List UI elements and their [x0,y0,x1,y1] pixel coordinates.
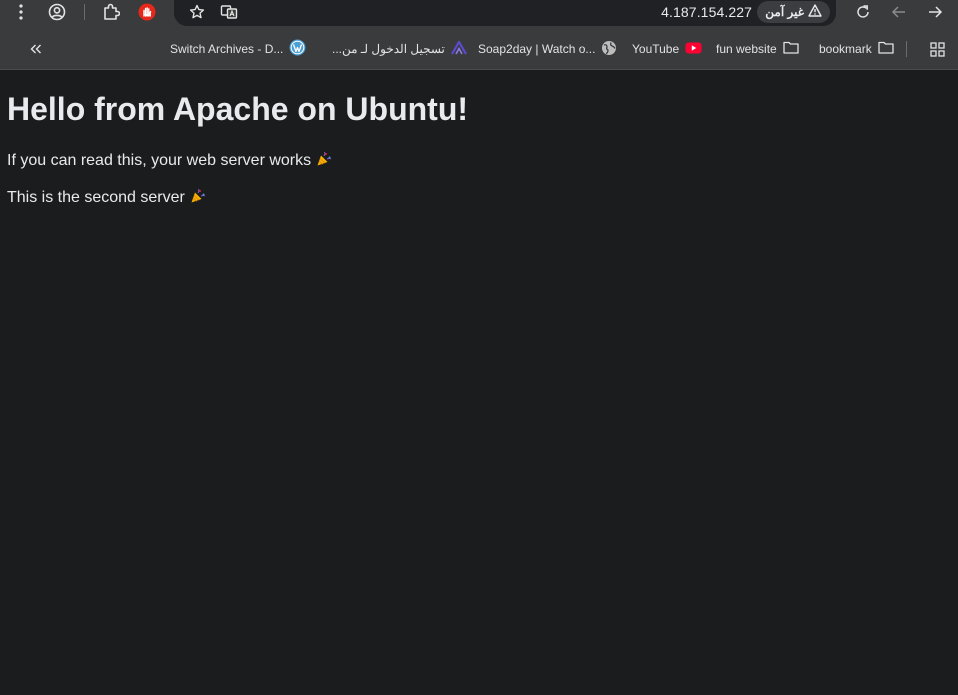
bookmark-login-site[interactable]: تسجيل الدخول لـ من... [332,39,467,59]
page-paragraph-2: This is the second server [7,188,206,210]
folder-icon [783,41,799,57]
bookmark-label: Switch Archives - D... [170,42,284,56]
site-logo-icon [450,40,467,58]
apps-grid-icon[interactable] [928,40,946,58]
menu-dots-icon[interactable] [7,0,35,24]
translate-icon[interactable] [220,3,238,21]
back-icon[interactable] [885,0,913,24]
wordpress-icon [289,39,306,59]
adblock-extension-icon[interactable] [133,0,161,24]
security-indicator[interactable]: غير آمن [757,1,830,23]
page-content: Hello from Apache on Ubuntu! If you can … [0,70,958,695]
forward-icon[interactable] [921,0,949,24]
bookmark-label: YouTube [632,42,680,56]
bookmark-label: fun website [716,42,777,56]
globe-icon [601,40,617,59]
folder-icon [878,41,894,57]
party-popper-icon [316,151,332,173]
party-popper-icon [190,188,206,210]
paragraph-text: If you can read this, your web server wo… [7,152,312,169]
bookmark-folder-bookmark[interactable]: bookmark [819,39,894,59]
bookmarks-separator [906,41,907,57]
bookmark-youtube[interactable]: YouTube [632,39,702,59]
paragraph-text: This is the second server [7,189,185,206]
profile-icon[interactable] [43,0,71,24]
bookmark-folder-fun-website[interactable]: fun website [716,39,799,59]
warning-icon [808,4,822,20]
bookmarks-overflow-chevron-icon[interactable] [27,40,45,58]
bookmark-star-icon[interactable] [188,3,206,21]
bookmark-label: تسجيل الدخول لـ من... [332,42,445,56]
bookmark-label: bookmark [819,42,872,56]
reload-icon[interactable] [849,0,877,24]
page-heading: Hello from Apache on Ubuntu! [7,91,469,127]
youtube-icon [685,42,702,57]
url-text[interactable]: 4.187.154.227 [661,4,752,20]
bookmark-label: Soap2day | Watch o... [478,42,596,56]
bookmark-switch-archives[interactable]: Switch Archives - D... [170,39,306,59]
page-paragraph-1: If you can read this, your web server wo… [7,151,332,173]
address-bar[interactable]: 4.187.154.227 غير آمن [174,0,836,26]
extensions-icon[interactable] [97,0,125,24]
toolbar-separator [84,4,85,20]
security-label: غير آمن [765,5,804,19]
browser-window: 4.187.154.227 غير آمن Switch Archives - … [0,0,958,695]
bookmark-soap2day[interactable]: Soap2day | Watch o... [478,39,617,59]
